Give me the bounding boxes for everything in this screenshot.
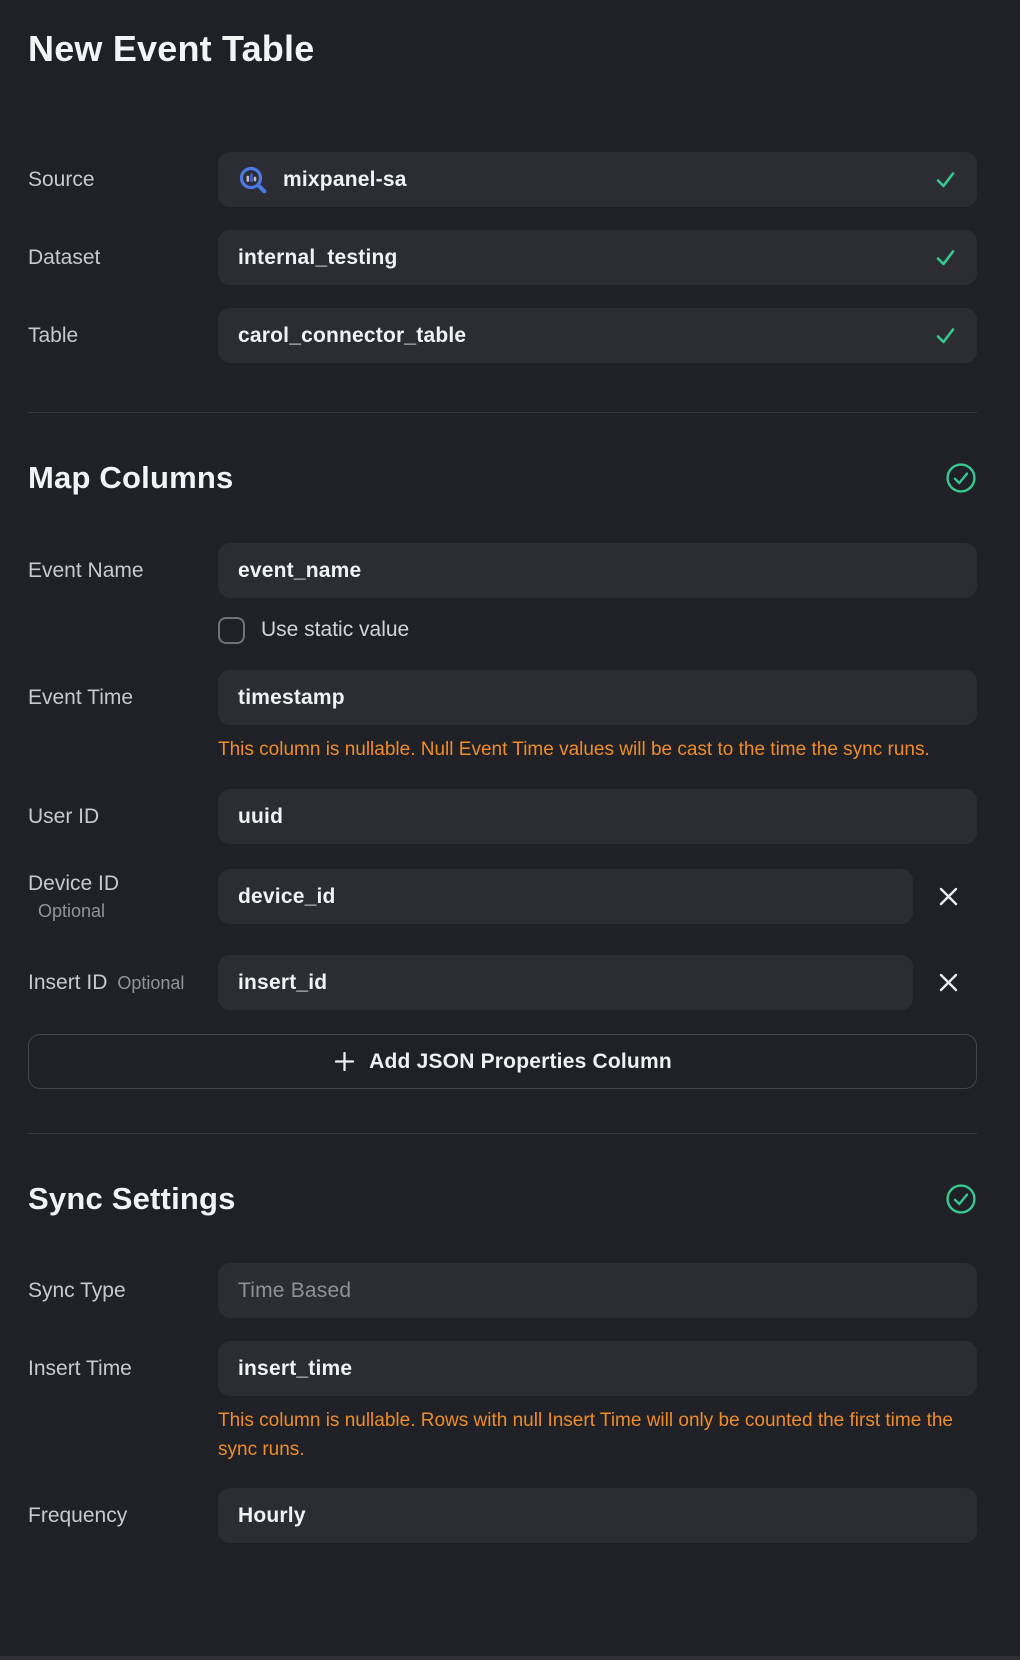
event-time-warning: This column is nullable. Null Event Time… xyxy=(218,735,977,764)
insert-id-label: Insert ID Optional xyxy=(28,971,218,995)
event-time-label: Event Time xyxy=(28,686,218,710)
event-name-label: Event Name xyxy=(28,559,218,583)
insert-id-row: Insert ID Optional insert_id xyxy=(28,955,977,1010)
sync-settings-heading: Sync Settings xyxy=(28,1181,236,1217)
device-id-row: Device ID Optional device_id xyxy=(28,869,977,924)
use-static-value-label: Use static value xyxy=(261,618,409,642)
new-event-table-form: New Event Table Source mixpanel-sa Datas… xyxy=(0,28,1020,1543)
sync-type-input: Time Based xyxy=(218,1263,977,1318)
section-divider xyxy=(28,412,977,413)
user-id-value: uuid xyxy=(238,805,283,829)
device-id-label: Device ID Optional xyxy=(28,872,218,922)
add-json-properties-column-label: Add JSON Properties Column xyxy=(369,1050,672,1074)
valid-check-icon xyxy=(934,168,957,191)
valid-check-icon xyxy=(934,324,957,347)
table-label: Table xyxy=(28,324,218,348)
insert-time-warning: This column is nullable. Rows with null … xyxy=(218,1406,977,1464)
insert-time-row: Insert Time insert_time xyxy=(28,1341,977,1396)
section-complete-circle-check-icon xyxy=(945,1183,977,1215)
device-id-input[interactable]: device_id xyxy=(218,869,913,924)
insert-id-input[interactable]: insert_id xyxy=(218,955,913,1010)
section-complete-circle-check-icon xyxy=(945,462,977,494)
plus-icon xyxy=(333,1050,356,1073)
frequency-value: Hourly xyxy=(238,1504,306,1528)
device-id-value: device_id xyxy=(238,885,336,909)
source-value: mixpanel-sa xyxy=(283,168,407,192)
event-time-value: timestamp xyxy=(238,686,345,710)
event-name-input[interactable]: event_name xyxy=(218,543,977,598)
insert-id-value: insert_id xyxy=(238,971,327,995)
sync-settings-header: Sync Settings xyxy=(28,1180,977,1218)
use-static-value-checkbox[interactable] xyxy=(218,617,245,644)
source-row: Source mixpanel-sa xyxy=(28,152,977,207)
user-id-label: User ID xyxy=(28,805,218,829)
dataset-label: Dataset xyxy=(28,246,218,270)
frequency-input[interactable]: Hourly xyxy=(218,1488,977,1543)
insert-time-input[interactable]: insert_time xyxy=(218,1341,977,1396)
add-json-properties-column-button[interactable]: Add JSON Properties Column xyxy=(28,1034,977,1089)
insert-time-value: insert_time xyxy=(238,1357,352,1381)
user-id-input[interactable]: uuid xyxy=(218,789,977,844)
map-columns-heading: Map Columns xyxy=(28,460,233,496)
device-id-optional-label: Optional xyxy=(28,901,218,922)
insert-id-optional-label: Optional xyxy=(117,973,184,994)
source-label: Source xyxy=(28,168,218,192)
event-time-input[interactable]: timestamp xyxy=(218,670,977,725)
source-input[interactable]: mixpanel-sa xyxy=(218,152,977,207)
table-input[interactable]: carol_connector_table xyxy=(218,308,977,363)
dataset-row: Dataset internal_testing xyxy=(28,230,977,285)
insert-time-label: Insert Time xyxy=(28,1357,218,1381)
mixpanel-magnifier-icon xyxy=(238,165,268,195)
sync-type-row: Sync Type Time Based xyxy=(28,1263,977,1318)
device-id-remove-x-icon[interactable] xyxy=(935,884,961,910)
page-title: New Event Table xyxy=(28,28,977,70)
sync-type-value: Time Based xyxy=(238,1279,351,1303)
dataset-input[interactable]: internal_testing xyxy=(218,230,977,285)
sync-type-label: Sync Type xyxy=(28,1279,218,1303)
table-value: carol_connector_table xyxy=(238,324,466,348)
table-row: Table carol_connector_table xyxy=(28,308,977,363)
static-value-row: Use static value xyxy=(218,615,977,645)
event-name-value: event_name xyxy=(238,559,361,583)
event-name-row: Event Name event_name xyxy=(28,543,977,598)
frequency-row: Frequency Hourly xyxy=(28,1488,977,1543)
bottom-edge-divider xyxy=(0,1656,1020,1660)
event-time-row: Event Time timestamp xyxy=(28,670,977,725)
frequency-label: Frequency xyxy=(28,1504,218,1528)
dataset-value: internal_testing xyxy=(238,246,398,270)
section-divider xyxy=(28,1133,977,1134)
user-id-row: User ID uuid xyxy=(28,789,977,844)
valid-check-icon xyxy=(934,246,957,269)
insert-id-remove-x-icon[interactable] xyxy=(935,970,961,996)
map-columns-header: Map Columns xyxy=(28,459,977,497)
